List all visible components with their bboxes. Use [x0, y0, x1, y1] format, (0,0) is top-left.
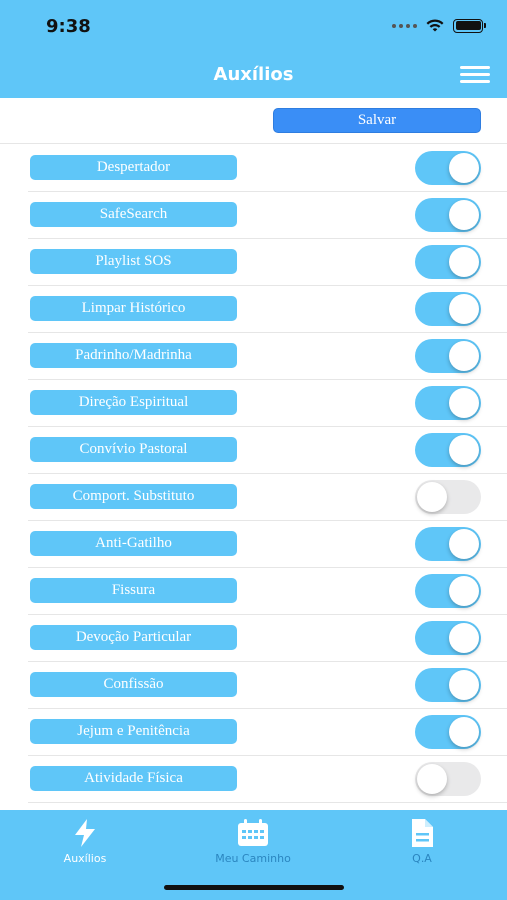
- setting-row: Padrinho/Madrinha: [28, 333, 507, 380]
- setting-row: Anti-Gatilho: [28, 521, 507, 568]
- setting-toggle[interactable]: [415, 151, 481, 185]
- toggle-knob: [449, 670, 479, 700]
- setting-label-button[interactable]: Direção Espiritual: [30, 390, 237, 415]
- toggle-knob: [417, 764, 447, 794]
- toggle-knob: [449, 200, 479, 230]
- setting-label-button[interactable]: Despertador: [30, 155, 237, 180]
- navigation-header: 9:38 Auxílios: [0, 0, 507, 98]
- toggle-knob: [449, 623, 479, 653]
- home-indicator: [164, 885, 344, 890]
- toggle-knob: [449, 576, 479, 606]
- calendar-icon: [193, 816, 313, 850]
- setting-label-button[interactable]: Atividade Física: [30, 766, 237, 791]
- document-icon: [362, 816, 482, 850]
- setting-toggle[interactable]: [415, 762, 481, 796]
- settings-list: Despertador SafeSearch Playlist SOS Limpar …: [0, 145, 507, 803]
- tab-label-qa: Q.A: [412, 852, 432, 865]
- status-time: 9:38: [46, 16, 91, 37]
- setting-label-button[interactable]: Padrinho/Madrinha: [30, 343, 237, 368]
- setting-toggle[interactable]: [415, 198, 481, 232]
- tab-label-auxilios: Auxílios: [63, 852, 107, 865]
- setting-label-button[interactable]: SafeSearch: [30, 202, 237, 227]
- setting-toggle[interactable]: [415, 339, 481, 373]
- setting-toggle[interactable]: [415, 715, 481, 749]
- cellular-signal-icon: [392, 23, 417, 28]
- tab-label-meu-caminho: Meu Caminho: [215, 852, 291, 865]
- toggle-knob: [449, 153, 479, 183]
- setting-label-button[interactable]: Comport. Substituto: [30, 484, 237, 509]
- toggle-knob: [449, 435, 479, 465]
- setting-row: Atividade Física: [28, 756, 507, 803]
- setting-row: Despertador: [28, 145, 507, 192]
- status-icons: [392, 18, 486, 33]
- toggle-knob: [449, 529, 479, 559]
- battery-icon: [453, 18, 486, 33]
- setting-row: SafeSearch: [28, 192, 507, 239]
- page-title: Auxílios: [213, 64, 294, 85]
- toggle-knob: [417, 482, 447, 512]
- setting-label-button[interactable]: Devoção Particular: [30, 625, 237, 650]
- setting-row: Jejum e Penitência: [28, 709, 507, 756]
- bolt-icon: [25, 816, 145, 850]
- setting-toggle[interactable]: [415, 245, 481, 279]
- setting-row: Devoção Particular: [28, 615, 507, 662]
- setting-row: Fissura: [28, 568, 507, 615]
- setting-label-button[interactable]: Limpar Histórico: [30, 296, 237, 321]
- setting-toggle[interactable]: [415, 527, 481, 561]
- setting-toggle[interactable]: [415, 386, 481, 420]
- toggle-knob: [449, 717, 479, 747]
- setting-row: Confissão: [28, 662, 507, 709]
- tab-qa[interactable]: Q.A: [362, 816, 482, 865]
- setting-row: Limpar Histórico: [28, 286, 507, 333]
- setting-label-button[interactable]: Confissão: [30, 672, 237, 697]
- setting-label-button[interactable]: Anti-Gatilho: [30, 531, 237, 556]
- setting-toggle[interactable]: [415, 621, 481, 655]
- setting-toggle[interactable]: [415, 433, 481, 467]
- toggle-knob: [449, 294, 479, 324]
- setting-row: Direção Espiritual: [28, 380, 507, 427]
- setting-toggle[interactable]: [415, 480, 481, 514]
- setting-toggle[interactable]: [415, 292, 481, 326]
- tab-auxilios[interactable]: Auxílios: [25, 816, 145, 865]
- setting-label-button[interactable]: Playlist SOS: [30, 249, 237, 274]
- wifi-icon: [426, 19, 444, 32]
- toggle-knob: [449, 341, 479, 371]
- setting-label-button[interactable]: Jejum e Penitência: [30, 719, 237, 744]
- setting-row: Convívio Pastoral: [28, 427, 507, 474]
- hamburger-menu-icon[interactable]: [460, 66, 490, 84]
- setting-label-button[interactable]: Convívio Pastoral: [30, 437, 237, 462]
- save-button[interactable]: Salvar: [273, 108, 481, 133]
- tab-meu-caminho[interactable]: Meu Caminho: [193, 816, 313, 865]
- setting-row: Playlist SOS: [28, 239, 507, 286]
- setting-label-button[interactable]: Fissura: [30, 578, 237, 603]
- setting-toggle[interactable]: [415, 668, 481, 702]
- setting-row: Comport. Substituto: [28, 474, 507, 521]
- save-row: Salvar: [0, 98, 507, 144]
- toggle-knob: [449, 247, 479, 277]
- setting-toggle[interactable]: [415, 574, 481, 608]
- toggle-knob: [449, 388, 479, 418]
